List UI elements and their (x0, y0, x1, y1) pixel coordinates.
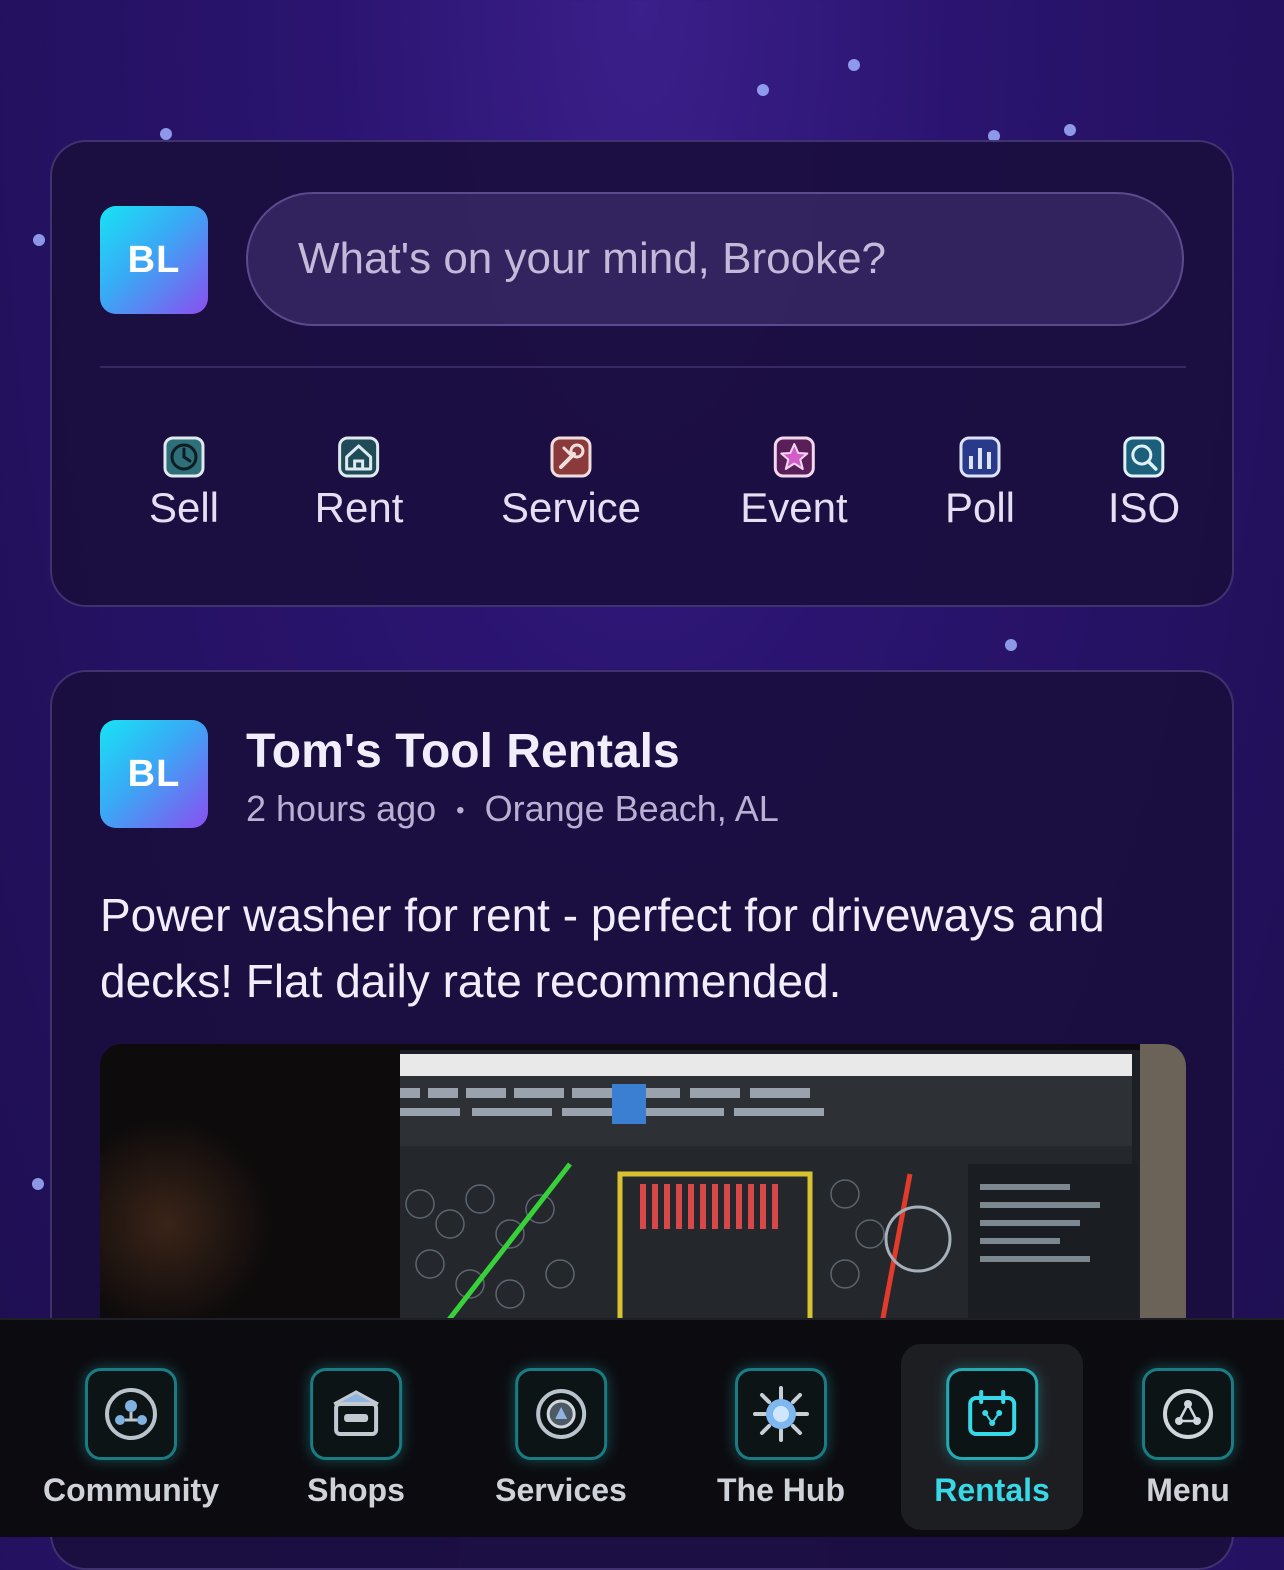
iso-button[interactable]: ISO (1108, 436, 1180, 532)
rent-label: Rent (314, 484, 404, 531)
post-meta: 2 hours ago • Orange Beach, AL (246, 788, 779, 830)
sell-label: Sell (148, 484, 220, 531)
menu-icon (1142, 1368, 1234, 1460)
cad-screen-photo (100, 1044, 1186, 1344)
divider (100, 366, 1186, 368)
star-icon (773, 436, 815, 478)
post-location[interactable]: Orange Beach, AL (485, 788, 779, 829)
post-image[interactable] (100, 1044, 1186, 1344)
nav-community[interactable]: Community (43, 1318, 219, 1535)
avatar[interactable]: BL (100, 206, 208, 314)
poll-label: Poll (944, 484, 1016, 531)
community-icon (85, 1368, 177, 1460)
poll-button[interactable]: Poll (945, 436, 1015, 532)
nav-menu[interactable]: Menu (1142, 1318, 1234, 1535)
sparkle-dot (33, 234, 45, 246)
event-button[interactable]: Event (740, 436, 848, 532)
sparkle-dot (757, 84, 769, 96)
nav-shops[interactable]: Shops (307, 1318, 405, 1535)
services-icon (514, 1368, 607, 1460)
sparkle-dot (32, 1178, 44, 1190)
sparkle-dot (848, 59, 860, 71)
iso-label: ISO (1107, 484, 1181, 531)
rentals-icon (946, 1368, 1038, 1460)
post-time: 2 hours ago (246, 788, 437, 829)
status-input[interactable] (246, 192, 1184, 326)
sparkle-dot (1005, 639, 1017, 651)
wrench-icon (550, 436, 592, 478)
nav-shops-label: Shops (307, 1472, 405, 1508)
nav-community-label: Community (43, 1472, 219, 1508)
post-avatar[interactable]: BL (100, 720, 208, 828)
sell-button[interactable]: Sell (149, 436, 219, 532)
post-composer-card: BL Sell Rent Service Event (50, 140, 1234, 607)
meta-separator: • (456, 797, 465, 825)
clock-tag-icon (163, 436, 205, 478)
house-icon (338, 436, 380, 478)
bottom-nav-items: Community Shops Services The Hub Rentals… (0, 1318, 1284, 1535)
event-label: Event (740, 484, 848, 531)
service-label: Service (500, 484, 642, 531)
avatar-initials: BL (127, 238, 181, 281)
bar-chart-icon (959, 436, 1001, 478)
nav-services-label: Services (495, 1472, 627, 1508)
service-button[interactable]: Service (501, 436, 641, 532)
sparkle-dot (160, 128, 172, 140)
rent-button[interactable]: Rent (314, 436, 404, 532)
magnifier-icon (1123, 436, 1165, 478)
post-body: Power washer for rent - perfect for driv… (100, 889, 1105, 1007)
nav-menu-label: Menu (1146, 1472, 1230, 1508)
nav-services[interactable]: Services (495, 1318, 627, 1535)
nav-rentals-label: Rentals (934, 1472, 1050, 1508)
sparkle-dot (1064, 124, 1076, 136)
nav-rentals[interactable]: Rentals (934, 1318, 1050, 1535)
hub-icon (734, 1368, 827, 1460)
nav-the-hub[interactable]: The Hub (717, 1318, 845, 1535)
shop-icon (310, 1368, 402, 1460)
nav-the-hub-label: The Hub (717, 1472, 845, 1508)
avatar-initials: BL (127, 752, 181, 795)
post-author[interactable]: Tom's Tool Rentals (246, 724, 680, 779)
